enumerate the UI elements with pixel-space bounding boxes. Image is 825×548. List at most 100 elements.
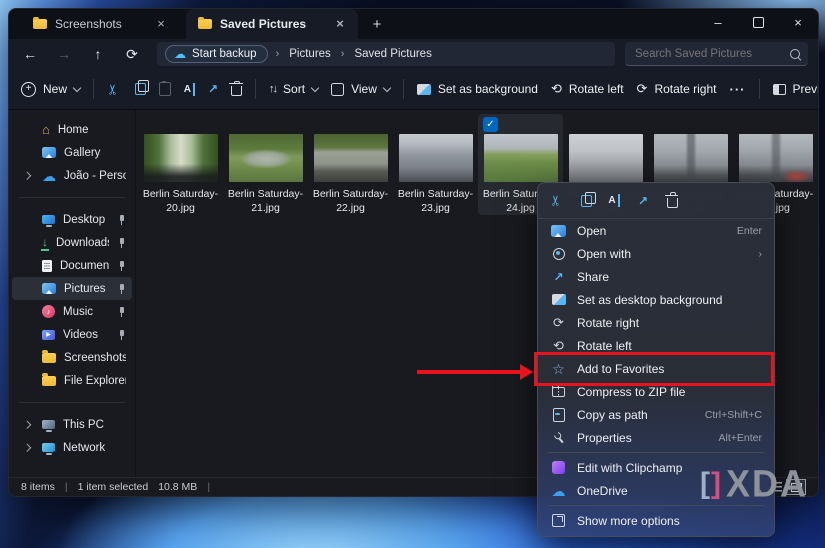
trash-icon (664, 192, 678, 208)
preview-button[interactable]: Preview (772, 82, 818, 96)
tab-bar: Screenshots × Saved Pictures × + – × (9, 9, 818, 39)
start-backup-button[interactable]: ☁ Start backup (165, 45, 268, 63)
pin-icon (117, 214, 126, 225)
rename-button[interactable]: A (184, 82, 196, 96)
selection-checkbox[interactable]: ✓ (483, 117, 498, 132)
divider (548, 452, 764, 453)
tab-screenshots[interactable]: Screenshots × (21, 9, 179, 39)
menu-item-show-more-options[interactable]: Show more options (538, 509, 774, 532)
sidebar-item-file-explorer-gui[interactable]: File Explorer gui (12, 369, 132, 392)
breadcrumb-pictures[interactable]: Pictures (287, 48, 333, 60)
new-button[interactable]: + New (21, 81, 82, 97)
sidebar-item-this-pc[interactable]: This PC (12, 413, 132, 436)
menu-item-open[interactable]: Open Enter (538, 219, 774, 242)
file-tile[interactable]: Berlin Saturday-21.jpg (223, 114, 308, 215)
view-button[interactable]: View (331, 82, 392, 96)
file-tile[interactable]: Berlin Saturday-22.jpg (308, 114, 393, 215)
minimize-button[interactable]: – (698, 9, 738, 35)
command-bar: + New ✂ A ↗ ↑↓ Sort View Set as backgrou… (9, 69, 818, 110)
preview-icon (772, 83, 786, 95)
menu-item-copy-as-path[interactable]: Copy as path Ctrl+Shift+C (538, 403, 774, 426)
close-tab-icon[interactable]: × (153, 16, 169, 32)
rotate-right-icon: ⟳ (553, 314, 564, 330)
quick-actions-row: ✂ A ↗ (538, 183, 774, 219)
share-button[interactable]: ↗ (635, 194, 651, 208)
breadcrumb[interactable]: ☁ Start backup › Pictures › Saved Pictur… (157, 42, 615, 66)
rotate-right-button[interactable]: ⟳ Rotate right (637, 81, 717, 97)
sidebar-item-desktop[interactable]: Desktop (12, 208, 132, 231)
menu-item-properties[interactable]: Properties Alt+Enter (538, 426, 774, 449)
maximize-button[interactable] (738, 9, 778, 35)
show-more-icon (552, 514, 565, 527)
photo-thumbnail (143, 134, 218, 182)
chevron-right-icon: › (275, 48, 280, 60)
sidebar-item-screenshots[interactable]: Screenshots (12, 346, 132, 369)
navigation-pane: ⌂ Home Gallery ☁ João - Personal Desktop… (9, 110, 136, 477)
up-button[interactable]: ↑ (83, 42, 113, 66)
submenu-chevron-icon: › (758, 247, 763, 260)
documents-icon (42, 259, 52, 272)
sidebar-item-downloads[interactable]: ↓ Downloads (12, 231, 132, 254)
divider (402, 79, 404, 99)
chevron-expand-icon[interactable] (22, 443, 31, 452)
paste-icon (158, 81, 171, 96)
sidebar-item-home[interactable]: ⌂ Home (12, 118, 132, 141)
refresh-button[interactable]: ⟳ (117, 42, 147, 66)
search-icon (790, 48, 800, 59)
chevron-down-icon (72, 83, 82, 92)
wallpaper-icon (416, 83, 431, 95)
delete-button[interactable] (229, 80, 243, 96)
sidebar-item-music[interactable]: ♪ Music (12, 300, 132, 323)
sidebar-item-gallery[interactable]: Gallery (12, 141, 132, 164)
share-button[interactable]: ↗ (208, 82, 218, 96)
set-as-background-button[interactable]: Set as background (416, 82, 538, 96)
rename-button[interactable]: A (606, 194, 622, 207)
chevron-expand-icon[interactable] (22, 171, 31, 180)
paste-button[interactable] (158, 81, 171, 96)
close-button[interactable]: × (778, 9, 818, 35)
sort-button[interactable]: ↑↓ Sort (269, 82, 320, 96)
menu-item-share[interactable]: ↗ Share (538, 265, 774, 288)
cut-button[interactable]: ✂ (104, 81, 120, 98)
breadcrumb-saved-pictures[interactable]: Saved Pictures (352, 48, 433, 60)
delete-button[interactable] (664, 192, 680, 208)
share-icon: ↗ (207, 82, 219, 96)
rename-icon: A (184, 82, 196, 96)
chevron-expand-icon[interactable] (22, 420, 31, 429)
close-tab-icon[interactable]: × (332, 16, 348, 32)
chevron-right-icon: › (340, 48, 345, 60)
see-more-button[interactable]: ··· (730, 82, 746, 97)
pin-icon (117, 329, 126, 340)
cut-button[interactable]: ✂ (547, 192, 564, 209)
search-input[interactable] (633, 46, 784, 61)
back-button[interactable]: ← (15, 42, 45, 66)
menu-item-rotate-right[interactable]: ⟳ Rotate right (538, 311, 774, 334)
new-tab-button[interactable]: + (364, 12, 390, 36)
sidebar-item-onedrive[interactable]: ☁ João - Personal (12, 164, 132, 187)
divider (758, 79, 760, 99)
file-tile[interactable]: Berlin Saturday-23.jpg (393, 114, 478, 215)
maximize-icon (752, 16, 764, 28)
rotate-left-button[interactable]: ⟲ Rotate left (551, 81, 624, 97)
copy-button[interactable] (132, 80, 150, 95)
chevron-down-icon (310, 83, 320, 92)
sidebar-item-documents[interactable]: Documents (12, 254, 132, 277)
menu-item-open-with[interactable]: Open with › (538, 242, 774, 265)
sidebar-item-pictures[interactable]: Pictures (12, 277, 132, 300)
menu-item-set-desktop-background[interactable]: Set as desktop background (538, 288, 774, 311)
file-tile[interactable]: Berlin Saturday-20.jpg (138, 114, 223, 215)
copy-button[interactable] (577, 191, 596, 207)
arrow-head (520, 364, 533, 380)
sidebar-item-videos[interactable]: ▶ Videos (12, 323, 132, 346)
rename-icon: A (608, 194, 620, 207)
forward-button[interactable]: → (49, 42, 79, 66)
sidebar-item-network[interactable]: Network (12, 436, 132, 459)
plus-icon: + (21, 81, 36, 97)
folder-icon (42, 350, 56, 363)
pin-icon (117, 260, 126, 271)
downloads-icon: ↓ (41, 234, 49, 251)
home-icon: ⌂ (42, 122, 50, 137)
photo-thumbnail (228, 134, 303, 182)
search-box[interactable] (625, 42, 808, 66)
tab-saved-pictures[interactable]: Saved Pictures × (186, 9, 358, 39)
